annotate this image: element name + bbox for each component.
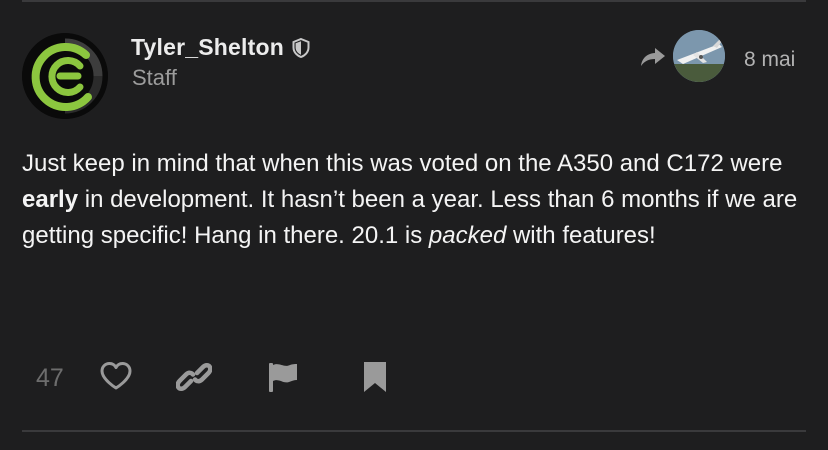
user-avatar[interactable] xyxy=(22,33,108,119)
post-date[interactable]: 8 mai xyxy=(744,48,795,72)
bookmark-icon[interactable] xyxy=(360,360,390,394)
flag-icon[interactable] xyxy=(266,360,300,394)
top-divider xyxy=(22,0,806,2)
post-text-3: with features! xyxy=(506,222,656,249)
post-text-bold: early xyxy=(22,186,79,213)
avatar-logo-icon xyxy=(22,33,108,119)
link-icon[interactable] xyxy=(176,360,212,394)
shield-icon xyxy=(292,37,310,58)
post-text-italic: packed xyxy=(428,222,507,249)
post-text-2: in development. It hasn’t been a year. L… xyxy=(22,186,798,249)
post-text-1: Just keep in mind that when this was vot… xyxy=(22,150,783,177)
username[interactable]: Tyler_Shelton xyxy=(131,34,284,61)
bottom-divider xyxy=(22,430,806,432)
like-count[interactable]: 47 xyxy=(36,364,64,393)
airplane-avatar-icon xyxy=(673,30,725,82)
user-title: Staff xyxy=(132,65,177,90)
reply-arrow-icon[interactable] xyxy=(640,46,666,68)
heart-icon[interactable] xyxy=(98,360,134,392)
post-body: Just keep in mind that when this was vot… xyxy=(22,146,808,254)
reply-to-avatar[interactable] xyxy=(673,30,725,82)
